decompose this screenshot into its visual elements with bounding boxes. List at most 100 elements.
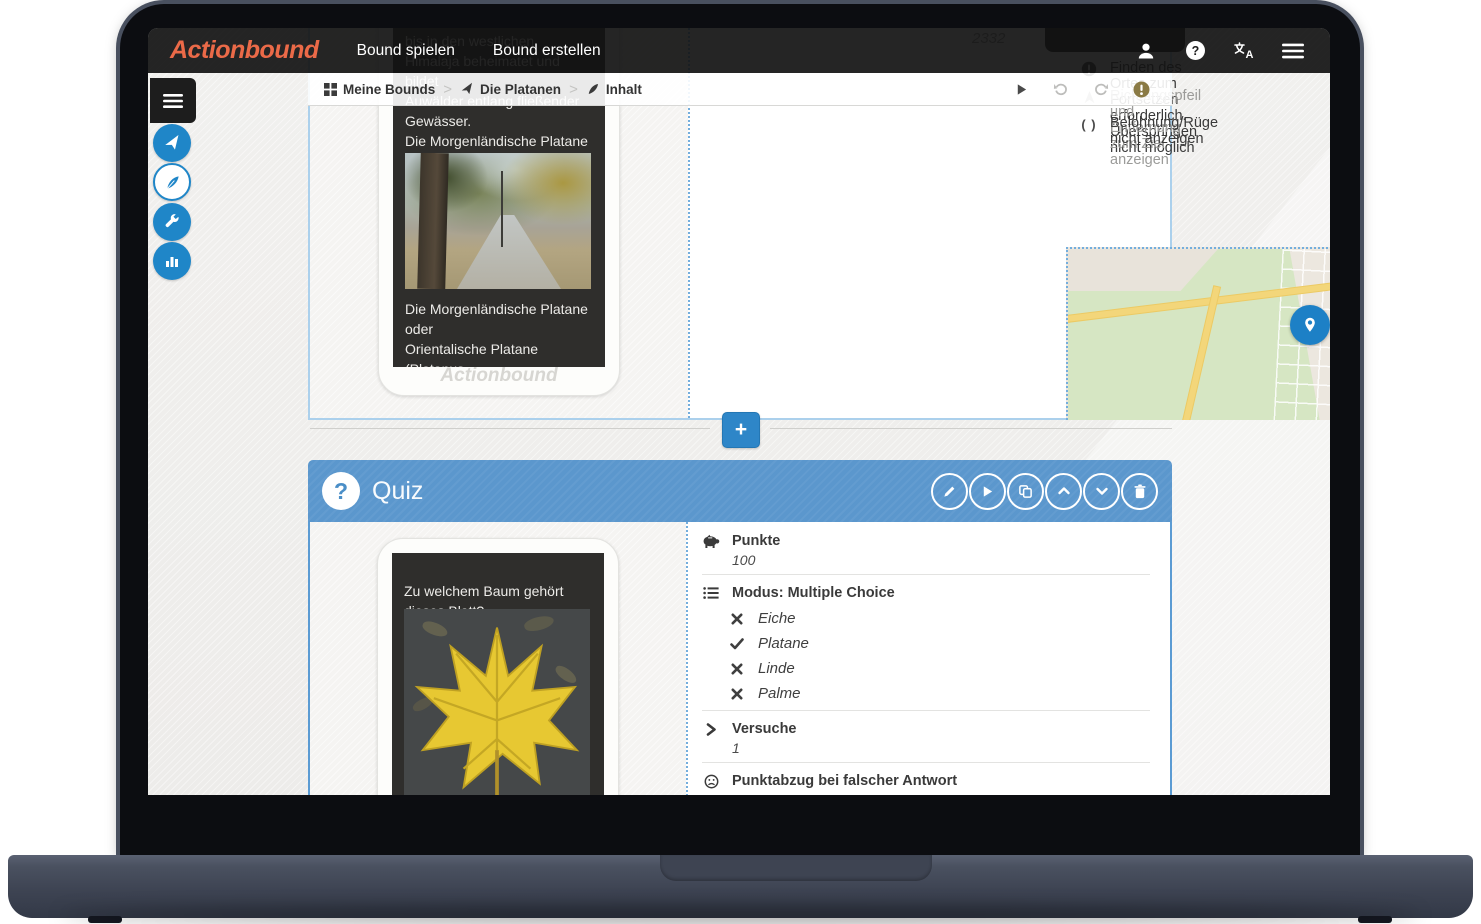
map[interactable]: NEUKÖLLN © OpenStreetMap (1066, 247, 1330, 420)
sidebar-item-bound[interactable] (153, 124, 191, 162)
laptop-mockup: bis in den westlichen Himalaja beheimate… (0, 0, 1481, 924)
feather-icon (586, 82, 600, 96)
sticky-toolbar: Meine Bounds > Die Platanen > Inhalt (308, 73, 1172, 106)
pencil-icon (942, 484, 957, 499)
error-indicator[interactable] (1132, 80, 1150, 98)
leaf-photo (404, 609, 590, 795)
redo-button[interactable] (1092, 80, 1110, 98)
street-photo (405, 153, 591, 289)
svg-text:A: A (1246, 49, 1254, 61)
preview-text-bottom: Die Morgenländische Platane oder Orienta… (405, 299, 595, 367)
breadcrumb-item-inhalt[interactable]: Inhalt (586, 82, 642, 97)
preview-button[interactable] (969, 473, 1006, 510)
laptop-shadow (60, 908, 1420, 922)
option-label: Palme (758, 685, 801, 702)
undo-icon (1053, 81, 1069, 97)
breadcrumb: Meine Bounds > Die Platanen > Inhalt (324, 81, 642, 98)
breadcrumb-item-die-platanen[interactable]: Die Platanen (460, 82, 561, 97)
element-card-quiz: ? Quiz (308, 460, 1172, 795)
map-marker[interactable] (1290, 305, 1330, 345)
top-navbar: Actionbound Bound spielen Bound erstelle… (148, 28, 1330, 73)
menu-icon[interactable] (1282, 40, 1304, 62)
divider-line (770, 428, 1172, 429)
phone-screen: Zu welchem Baum gehört dieses Blatt? (392, 553, 604, 795)
setting-row-penalty[interactable]: Punktabzug bei falscher Antwort (702, 772, 1150, 790)
warning-circle-icon (1133, 81, 1150, 98)
user-icon[interactable] (1135, 40, 1157, 62)
quiz-settings-panel: Punkte 100 Modus: Multiple Choice (688, 522, 1170, 795)
phone-preview: Zu welchem Baum gehört dieses Blatt? (377, 538, 619, 795)
help-icon[interactable]: ? (1184, 40, 1206, 62)
move-up-button[interactable] (1045, 473, 1082, 510)
setting-value: 10 (732, 792, 1150, 795)
quiz-option-wrong: Palme (730, 685, 1150, 702)
setting-value: 100 (732, 552, 1150, 568)
copy-icon (1018, 484, 1033, 499)
svg-text:?: ? (1191, 44, 1199, 58)
setting-label: Modus: Multiple Choice (732, 585, 895, 601)
divider-line (310, 428, 710, 429)
play-icon (1015, 83, 1028, 96)
check-icon (730, 637, 744, 651)
breadcrumb-separator: > (443, 81, 452, 98)
setting-row-points[interactable]: Punkte (702, 532, 1150, 550)
divider (702, 574, 1150, 575)
setting-label: Punkte (732, 533, 780, 549)
option-label: Platane (758, 635, 809, 652)
paper-plane-icon (460, 82, 474, 96)
actionbound-logo[interactable]: Actionbound (170, 36, 319, 65)
wrench-icon (164, 214, 181, 231)
redo-icon (1093, 81, 1109, 97)
option-label: Eiche (758, 610, 796, 627)
breadcrumb-item-meine-bounds[interactable]: Meine Bounds (324, 82, 435, 97)
delete-button[interactable] (1121, 473, 1158, 510)
parentheses-icon: ( ) (1080, 115, 1098, 133)
chevron-down-icon (1095, 484, 1109, 498)
quiz-type-icon: ? (322, 472, 360, 510)
sidebar-item-statistics[interactable] (153, 242, 191, 280)
breadcrumb-label: Inhalt (606, 82, 642, 97)
breadcrumb-label: Meine Bounds (343, 82, 435, 97)
quiz-card-header: ? Quiz (308, 460, 1172, 522)
bar-chart-icon (164, 253, 180, 269)
quiz-option-correct: Platane (730, 635, 1150, 652)
setting-label: Belohnung/Rüge nicht anzeigen (1110, 115, 1218, 147)
tab-bound-erstellen[interactable]: Bound erstellen (493, 42, 601, 60)
breadcrumb-label: Die Platanen (480, 82, 561, 97)
pin-icon (1301, 316, 1319, 334)
breadcrumb-separator: > (569, 81, 578, 98)
divider (702, 710, 1150, 711)
setting-row-mode[interactable]: Modus: Multiple Choice (702, 584, 1150, 602)
setting-row-feedback[interactable]: ( ) Belohnung/Rüge nicht anzeigen (1080, 115, 1164, 147)
edit-button[interactable] (931, 473, 968, 510)
setting-row-attempts[interactable]: Versuche (702, 720, 1150, 738)
sidebar-item-content[interactable] (153, 163, 191, 201)
duplicate-button[interactable] (1007, 473, 1044, 510)
sidebar-menu-button[interactable] (150, 78, 196, 123)
quiz-card-body: Zu welchem Baum gehört dieses Blatt? (308, 522, 1172, 795)
tab-bound-spielen[interactable]: Bound spielen (357, 42, 455, 60)
list-icon (702, 584, 720, 602)
quiz-option-wrong: Eiche (730, 610, 1150, 627)
sidebar-item-settings[interactable] (153, 203, 191, 241)
translate-icon[interactable]: A (1233, 40, 1255, 62)
chevron-up-icon (1057, 484, 1071, 498)
feather-icon (164, 174, 181, 191)
option-label: Linde (758, 660, 795, 677)
preview-play-button[interactable] (1012, 80, 1030, 98)
move-down-button[interactable] (1083, 473, 1120, 510)
browser-screen: bis in den westlichen Himalaja beheimate… (148, 28, 1330, 795)
setting-label: Punktabzug bei falscher Antwort (732, 773, 957, 789)
piggy-bank-icon (702, 532, 720, 550)
add-element-button[interactable]: + (722, 412, 760, 448)
leaf-illustration (404, 609, 590, 795)
hamburger-icon (163, 93, 183, 109)
undo-button[interactable] (1052, 80, 1070, 98)
play-icon (981, 485, 994, 498)
sad-face-icon (702, 772, 720, 790)
setting-label: Versuche (732, 721, 797, 737)
grid-icon (324, 83, 337, 96)
setting-value: 1 (732, 740, 1150, 756)
chevron-right-icon (702, 720, 720, 738)
divider (702, 762, 1150, 763)
